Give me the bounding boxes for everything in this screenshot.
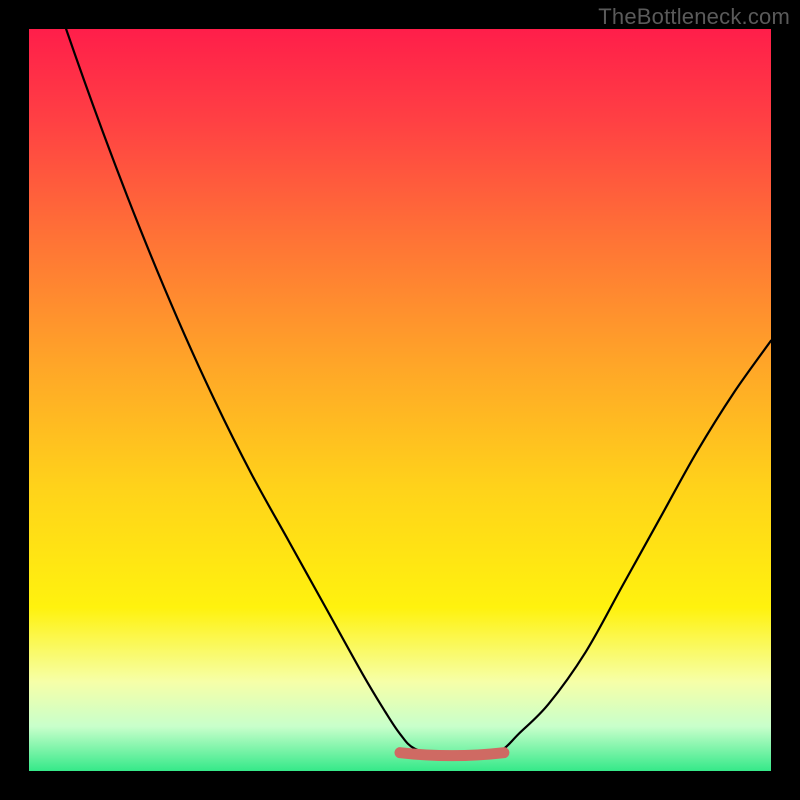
optimal-zone-highlight [400, 753, 504, 756]
gradient-background [29, 29, 771, 771]
chart-svg [29, 29, 771, 771]
watermark-text: TheBottleneck.com [598, 4, 790, 30]
chart-frame: TheBottleneck.com [0, 0, 800, 800]
plot-area [29, 29, 771, 771]
